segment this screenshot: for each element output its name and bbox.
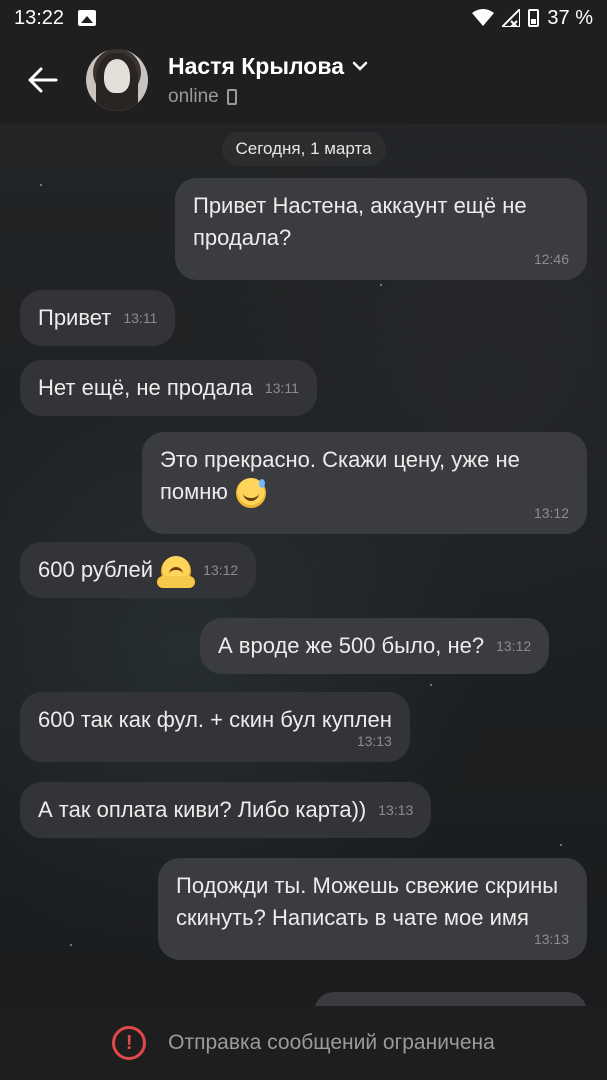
message-text: 600 рублей [38,557,154,582]
message-outgoing[interactable]: Привет Настена, аккаунт ещё не продала? … [175,178,587,280]
message-text: 600 так как фул. + скин бул куплен [38,707,392,732]
battery-icon [528,9,540,27]
message-time: 12:46 [533,251,569,267]
messaging-restricted-bar: ! Отправка сообщений ограничена [0,1006,607,1080]
message-text: Привет Настена, аккаунт ещё не продала? [193,193,527,250]
chat-header: Настя Крылова online [0,36,607,124]
chat-area[interactable]: Сегодня, 1 марта Привет Настена, аккаунт… [0,124,607,1006]
contact-name: Настя Крылова [168,52,344,79]
signal-icon [502,9,521,27]
message-incoming[interactable]: А так оплата киви? Либо карта)) 13:13 [20,782,432,838]
message-time: 13:11 [123,310,158,326]
date-separator: Сегодня, 1 марта [221,132,386,166]
gallery-icon [78,10,97,26]
message-incoming[interactable]: Нет ещё, не продала 13:11 [20,360,317,416]
restriction-text: Отправка сообщений ограничена [168,1031,495,1054]
sweat-smile-emoji-icon [236,478,267,509]
contact-info[interactable]: Настя Крылова online [168,53,368,108]
status-bar: 13:22 37 % [0,0,607,36]
hugging-face-emoji-icon [157,556,196,589]
status-time: 13:22 [14,6,65,29]
avatar[interactable] [86,49,148,111]
contact-status: online [168,85,219,107]
message-time: 13:12 [203,562,239,579]
chevron-down-icon [352,61,368,71]
mobile-phone-icon [226,88,237,105]
message-text: А вроде же 500 было, не? [218,633,485,658]
back-button[interactable] [20,57,66,103]
message-outgoing[interactable]: А вроде же 500 было, не? 13:12 [200,618,550,674]
message-time: 13:12 [533,505,569,522]
arrow-left-icon [28,67,58,93]
message-time: 13:13 [378,802,414,818]
status-right: 37 % [472,7,593,30]
message-incoming[interactable]: 600 так как фул. + скин бул куплен 13:13 [20,692,410,762]
message-incoming[interactable]: 600 рублей 13:12 [20,542,257,599]
message-text: Подожди ты. Можешь свежие скрины скинуть… [176,873,559,930]
message-outgoing[interactable]: Подожди ты. Можешь свежие скрины скинуть… [158,858,587,960]
message-text: Нет ещё, не продала [38,375,253,400]
alert-icon: ! [112,1026,147,1060]
message-time: 13:12 [496,638,532,654]
message-text: Это прекрасно. Скажи цену, уже не помню [160,447,520,504]
message-time: 13:13 [533,931,569,947]
message-time: 13:13 [356,733,392,749]
message-text: Привет [38,305,112,330]
message-text: А так оплата киви? Либо карта)) [38,797,367,822]
wifi-icon [472,9,495,26]
message-outgoing-partial[interactable] [314,992,587,1006]
message-time: 13:11 [264,380,299,396]
message-incoming[interactable]: Привет 13:11 [20,290,176,346]
battery-level: 37 % [547,6,593,29]
message-outgoing[interactable]: Это прекрасно. Скажи цену, уже не помню … [142,432,587,535]
